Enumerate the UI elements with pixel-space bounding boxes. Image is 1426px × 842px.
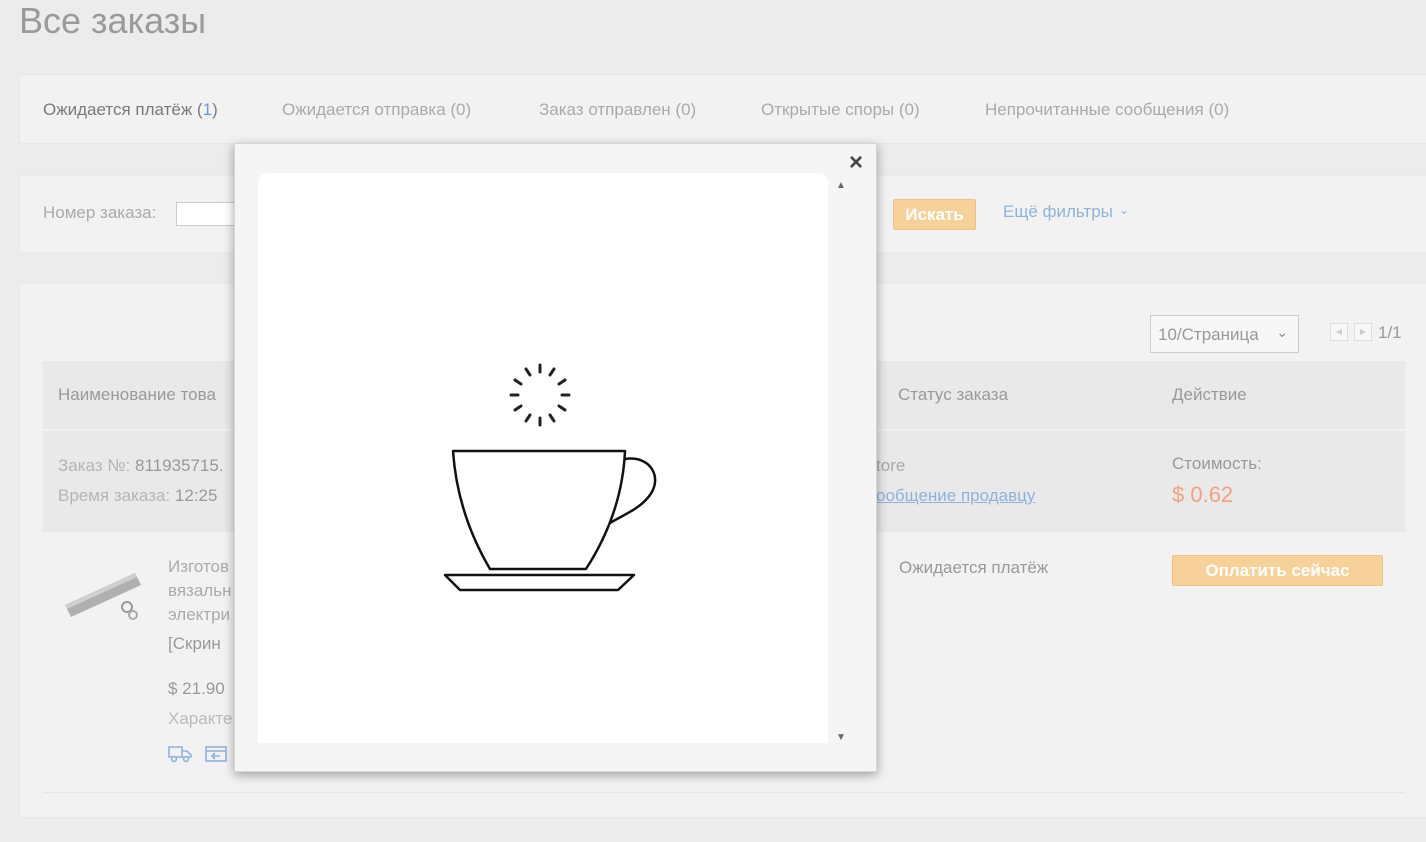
row-divider — [43, 792, 1405, 793]
product-thumbnail[interactable] — [59, 559, 149, 629]
order-number-label: Заказ №: — [58, 456, 131, 475]
product-title-line[interactable]: Изготов — [168, 557, 229, 577]
page-count: 1/1 — [1378, 323, 1402, 342]
cup-shape — [443, 449, 657, 592]
product-title-line[interactable]: электри — [168, 605, 230, 625]
tab-order-shipped[interactable]: Заказ отправлен (0) — [539, 100, 696, 120]
message-seller-link[interactable]: ообщение продавцу — [876, 486, 1035, 506]
modal-content-frame — [258, 173, 828, 743]
product-title-line[interactable]: вязальн — [168, 581, 231, 601]
tab-unread-messages[interactable]: Непрочитанные сообщения (0) — [985, 100, 1229, 120]
cost-label: Стоимость: — [1172, 454, 1262, 473]
per-page-value: 10/Страница — [1158, 325, 1259, 344]
order-number-value: 811935715. — [135, 456, 224, 475]
tab-awaiting-payment[interactable]: Ожидается платёж (1) — [43, 100, 218, 120]
prev-page-button[interactable]: ◀ — [1330, 323, 1348, 341]
next-page-button[interactable]: ▶ — [1354, 323, 1372, 341]
tab-count: 1 — [202, 100, 213, 119]
tab-awaiting-shipment[interactable]: Ожидается отправка (0) — [282, 100, 471, 120]
more-filters-link[interactable]: Ещё фильтры ⌄ — [1003, 202, 1129, 222]
per-page-select[interactable]: 10/Страница ⌄ — [1150, 315, 1299, 353]
scroll-down-icon[interactable]: ▼ — [834, 732, 848, 744]
page-title: Все заказы — [19, 0, 207, 41]
product-image — [65, 573, 141, 620]
order-number-label: Номер заказа: — [43, 203, 157, 222]
chevron-down-icon: ⌄ — [1276, 324, 1288, 340]
order-status-tabs: Ожидается платёж (1) Ожидается отправка … — [19, 74, 1426, 144]
header-action: Действие — [1172, 385, 1247, 404]
loading-spinner — [509, 363, 571, 427]
order-status-value: Ожидается платёж — [899, 558, 1049, 577]
tab-label: Ожидается платёж ( — [43, 100, 203, 119]
product-price: $ 21.90 — [168, 679, 225, 698]
scroll-up-icon[interactable]: ▲ — [834, 180, 848, 192]
header-product-name: Наименование това — [58, 385, 216, 404]
order-number: Заказ №: 811935715. — [58, 456, 224, 476]
tab-label-close: ) — [212, 100, 218, 119]
modal-scrollbar[interactable]: ▲ ▼ — [832, 180, 852, 744]
coffee-cup-loading-icon — [443, 363, 657, 592]
tab-open-disputes[interactable]: Открытые споры (0) — [761, 100, 920, 120]
loading-modal: × ▲ ▼ — [234, 143, 877, 772]
order-time-value: 12:25 — [174, 486, 218, 505]
chevron-down-icon: ⌄ — [1118, 203, 1129, 217]
pay-now-button[interactable]: Оплатить сейчас — [1172, 555, 1383, 586]
search-button[interactable]: Искать — [893, 199, 976, 230]
cost-value: $ 0.62 — [1172, 482, 1234, 507]
product-screenshot-link[interactable]: [Скрин — [168, 634, 221, 654]
close-icon[interactable]: × — [845, 150, 867, 176]
order-time-label: Время заказа: — [58, 486, 171, 505]
order-time: Время заказа: 12:25 — [58, 486, 217, 506]
header-order-status: Статус заказа — [898, 385, 1009, 404]
more-filters-label: Ещё фильтры — [1003, 202, 1113, 221]
return-icon[interactable] — [205, 745, 227, 763]
truck-icon[interactable] — [168, 745, 192, 763]
product-characteristics: Характе — [168, 709, 233, 728]
store-name[interactable]: tore — [876, 456, 905, 476]
